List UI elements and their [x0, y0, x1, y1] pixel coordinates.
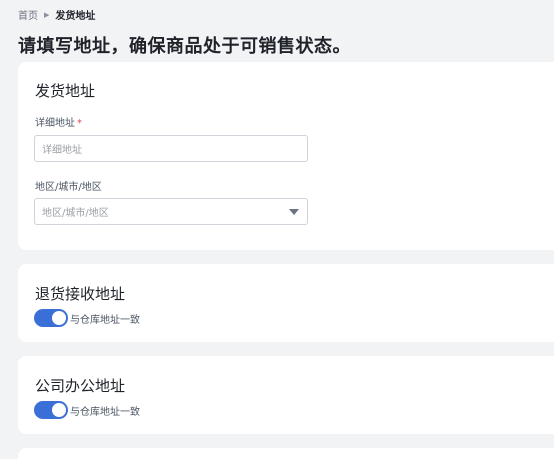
address-label-text: 详细地址 [35, 118, 75, 129]
toggle-knob [52, 403, 66, 417]
breadcrumb-home-link[interactable]: 首页 [18, 7, 38, 22]
page-title: 请填写地址，确保商品处于可销售状态。 [18, 36, 351, 57]
return-same-as-warehouse-row: 与仓库地址一致 [34, 309, 140, 327]
breadcrumb-separator-icon: ▶ [44, 10, 50, 19]
required-mark: * [77, 118, 82, 129]
region-select-value: 地区/城市/地区 [42, 208, 109, 219]
toggle-knob [52, 311, 66, 325]
office-address-title: 公司办公地址 [35, 377, 126, 395]
shipping-address-card: 发货地址 详细地址 * 详细地址 地区/城市/地区 地区/城市/地区 [18, 62, 554, 250]
breadcrumb: 首页 ▶ 发货地址 [18, 7, 96, 23]
region-select[interactable]: 地区/城市/地区 [34, 198, 308, 225]
address-field-label: 详细地址 * [35, 114, 82, 129]
office-same-as-warehouse-toggle[interactable] [34, 401, 68, 419]
return-address-title: 退货接收地址 [35, 285, 126, 303]
office-toggle-label: 与仓库地址一致 [70, 406, 140, 418]
next-card [18, 448, 554, 459]
return-toggle-label: 与仓库地址一致 [70, 314, 140, 326]
return-same-as-warehouse-toggle[interactable] [34, 309, 68, 327]
return-address-card: 退货接收地址 与仓库地址一致 [18, 264, 554, 342]
chevron-down-icon [289, 209, 299, 215]
address-input-placeholder: 详细地址 [42, 145, 82, 156]
region-field-label: 地区/城市/地区 [35, 182, 102, 193]
address-input[interactable]: 详细地址 [34, 135, 308, 162]
office-same-as-warehouse-row: 与仓库地址一致 [34, 401, 140, 419]
shipping-address-title: 发货地址 [35, 82, 96, 100]
breadcrumb-current: 发货地址 [55, 11, 96, 22]
office-address-card: 公司办公地址 与仓库地址一致 [18, 356, 554, 434]
